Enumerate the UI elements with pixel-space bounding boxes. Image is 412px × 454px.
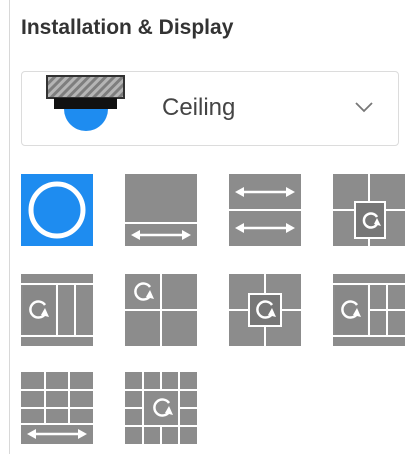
display-mode-panorama-three-ptz[interactable] — [333, 174, 405, 246]
display-mode-panorama-six-ptz[interactable] — [21, 372, 93, 444]
fisheye-quad-ptz-icon — [125, 274, 197, 346]
display-mode-dual-panorama[interactable] — [229, 174, 301, 246]
panel-title: Installation & Display — [21, 16, 234, 39]
quad-ptz-center-fisheye-icon — [229, 274, 301, 346]
fisheye-original-icon — [21, 174, 93, 246]
dual-panorama-icon — [229, 174, 301, 246]
panel-divider — [9, 0, 10, 454]
chevron-down-icon — [355, 102, 373, 113]
display-mode-fisheye-eight-ptz[interactable] — [125, 372, 197, 444]
fisheye-eight-ptz-icon — [125, 372, 197, 444]
mount-type-value: Ceiling — [162, 94, 236, 121]
panorama-icon — [125, 174, 197, 246]
fisheye-three-ptz-icon — [21, 274, 93, 346]
ceiling-dome-camera-icon — [46, 75, 125, 131]
panorama-three-ptz-icon — [333, 174, 405, 246]
display-mode-fisheye-quad-ptz[interactable] — [125, 274, 197, 346]
display-mode-fisheye-three-ptz[interactable] — [21, 274, 93, 346]
display-mode-fisheye-six-ptz[interactable] — [333, 274, 405, 346]
fisheye-six-ptz-icon — [333, 274, 405, 346]
mount-type-select[interactable]: Ceiling — [21, 71, 399, 146]
panorama-six-ptz-icon — [21, 372, 93, 444]
display-mode-fisheye-original[interactable] — [21, 174, 93, 246]
display-mode-quad-ptz-center-fisheye[interactable] — [229, 274, 301, 346]
display-mode-panorama[interactable] — [125, 174, 197, 246]
installation-display-panel: Installation & Display Ceiling — [21, 0, 405, 454]
